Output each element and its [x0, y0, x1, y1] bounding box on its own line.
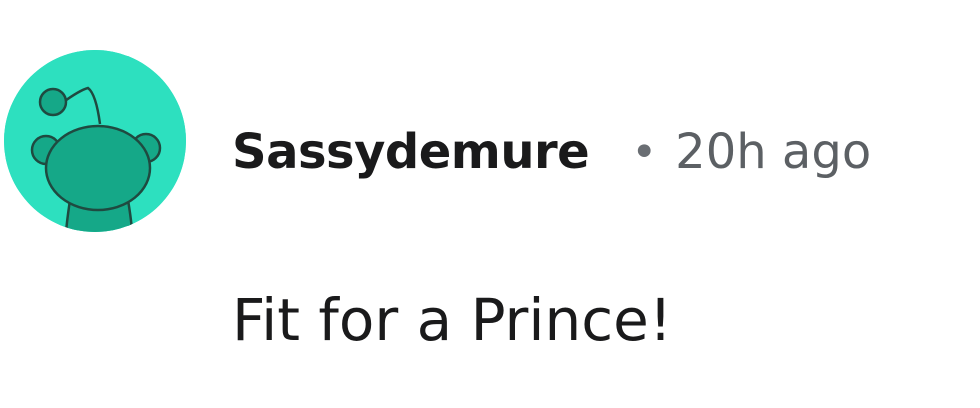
username-link[interactable]: Sassydemure: [232, 124, 590, 180]
comment-body: Fit for a Prince!: [232, 286, 673, 354]
comment-timestamp[interactable]: 20h ago: [675, 124, 871, 180]
separator-dot: •: [631, 126, 658, 178]
snoo-avatar-icon: [4, 50, 186, 232]
comment: Sassydemure • 20h ago Fit for a Prince!: [0, 0, 980, 408]
user-avatar[interactable]: [4, 50, 186, 232]
comment-header: Sassydemure • 20h ago: [232, 112, 871, 192]
